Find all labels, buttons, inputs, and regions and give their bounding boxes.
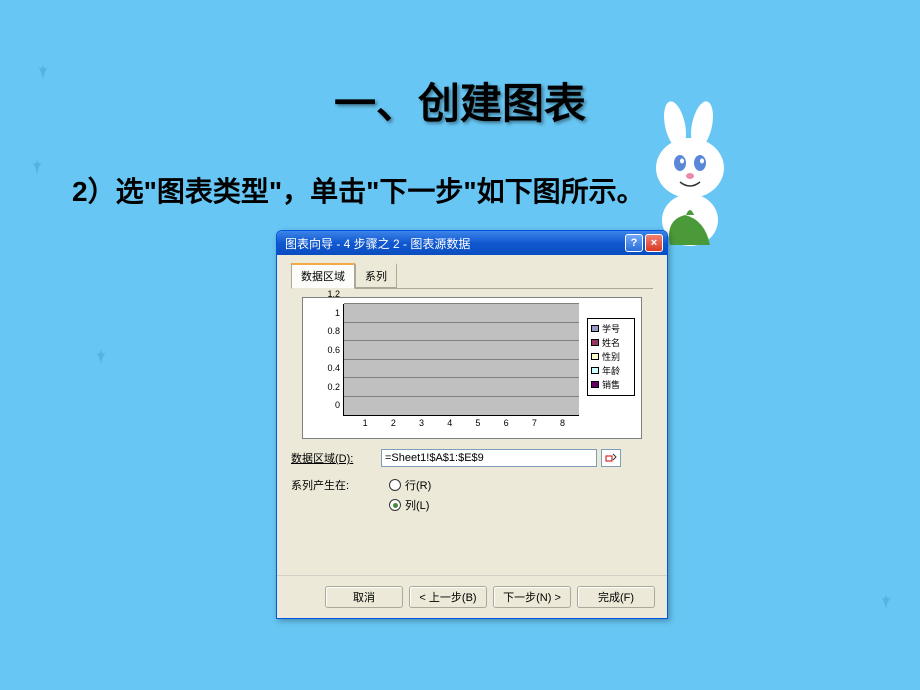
radio-label: 行(R) bbox=[405, 477, 431, 493]
chart-wizard-dialog: 图表向导 - 4 步骤之 2 - 图表源数据 ? × 数据区域 系列 1.2 1… bbox=[276, 230, 668, 619]
radio-rows[interactable]: 行(R) bbox=[389, 477, 431, 493]
xtick: 8 bbox=[560, 418, 565, 428]
legend-item: 姓名 bbox=[591, 336, 631, 349]
ytick: 0.4 bbox=[327, 363, 340, 373]
chart-preview: 1.2 1 0.8 0.6 0.4 0.2 0 1 2 3 4 5 6 7 8 … bbox=[302, 297, 642, 439]
tab-data-range[interactable]: 数据区域 bbox=[291, 263, 355, 289]
xtick: 5 bbox=[475, 418, 480, 428]
legend-item: 销售 bbox=[591, 378, 631, 391]
decoration-sprout bbox=[26, 155, 48, 177]
bunny-character bbox=[630, 100, 750, 250]
legend-label: 销售 bbox=[602, 378, 620, 391]
xtick: 1 bbox=[363, 418, 368, 428]
legend-label: 年龄 bbox=[602, 364, 620, 377]
legend-item: 年龄 bbox=[591, 364, 631, 377]
chart-legend: 学号 姓名 性别 年龄 销售 bbox=[587, 318, 635, 396]
ytick: 1 bbox=[335, 308, 340, 318]
series-in-label: 系列产生在: bbox=[291, 477, 381, 493]
collapse-range-button[interactable] bbox=[601, 449, 621, 467]
ytick: 0.6 bbox=[327, 345, 340, 355]
decoration-sprout bbox=[875, 590, 897, 612]
legend-item: 性别 bbox=[591, 350, 631, 363]
data-range-label: 数据区域(D): bbox=[291, 450, 381, 466]
ytick: 1.2 bbox=[327, 289, 340, 299]
ytick: 0.8 bbox=[327, 326, 340, 336]
data-range-input[interactable] bbox=[381, 449, 597, 467]
next-button[interactable]: 下一步(N) > bbox=[493, 586, 571, 608]
chart-plot-area: 1.2 1 0.8 0.6 0.4 0.2 0 1 2 3 4 5 6 7 8 bbox=[343, 304, 579, 416]
back-button[interactable]: < 上一步(B) bbox=[409, 586, 487, 608]
slide-subtitle: 2）选"图表类型"，单击"下一步"如下图所示。 bbox=[72, 170, 645, 210]
dialog-button-row: 取消 < 上一步(B) 下一步(N) > 完成(F) bbox=[277, 575, 667, 618]
help-button[interactable]: ? bbox=[625, 234, 643, 252]
dialog-titlebar[interactable]: 图表向导 - 4 步骤之 2 - 图表源数据 ? × bbox=[277, 231, 667, 255]
tab-series[interactable]: 系列 bbox=[355, 263, 397, 288]
ytick: 0 bbox=[335, 400, 340, 410]
xtick: 6 bbox=[504, 418, 509, 428]
radio-icon bbox=[389, 499, 401, 511]
xtick: 4 bbox=[447, 418, 452, 428]
range-selector-icon bbox=[605, 453, 617, 463]
legend-label: 学号 bbox=[602, 322, 620, 335]
finish-button[interactable]: 完成(F) bbox=[577, 586, 655, 608]
xtick: 2 bbox=[391, 418, 396, 428]
legend-item: 学号 bbox=[591, 322, 631, 335]
dialog-title: 图表向导 - 4 步骤之 2 - 图表源数据 bbox=[285, 235, 623, 252]
radio-label: 列(L) bbox=[405, 497, 429, 513]
xtick: 7 bbox=[532, 418, 537, 428]
ytick: 0.2 bbox=[327, 382, 340, 392]
radio-columns[interactable]: 列(L) bbox=[389, 497, 431, 513]
legend-label: 姓名 bbox=[602, 336, 620, 349]
tab-strip: 数据区域 系列 bbox=[291, 263, 653, 289]
cancel-button[interactable]: 取消 bbox=[325, 586, 403, 608]
close-button[interactable]: × bbox=[645, 234, 663, 252]
radio-icon bbox=[389, 479, 401, 491]
xtick: 3 bbox=[419, 418, 424, 428]
slide-title: 一、创建图表 bbox=[0, 70, 920, 131]
legend-label: 性别 bbox=[602, 350, 620, 363]
decoration-sprout bbox=[90, 345, 112, 367]
